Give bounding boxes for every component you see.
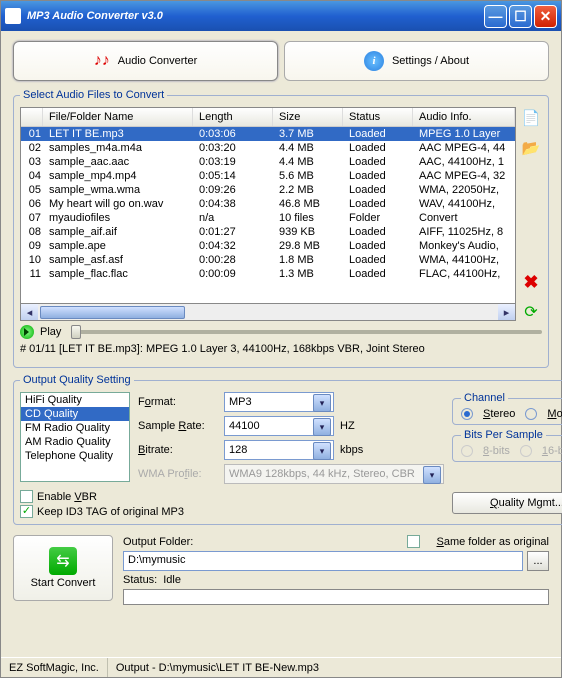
table-row[interactable]: 11sample_flac.flac0:00:091.3 MBLoadedFLA… bbox=[21, 267, 515, 281]
col-name[interactable]: File/Folder Name bbox=[43, 108, 193, 126]
list-item[interactable]: FM Radio Quality bbox=[21, 421, 129, 435]
status-company: EZ SoftMagic, Inc. bbox=[1, 658, 107, 677]
vbr-checkbox[interactable] bbox=[20, 490, 33, 503]
bits16-label: 16-bits bbox=[542, 445, 562, 457]
browse-button[interactable]: ... bbox=[527, 551, 549, 571]
wma-select: WMA9 128kbps, 44 kHz, Stereo, CBR bbox=[224, 464, 444, 484]
scroll-right-icon[interactable]: ▸ bbox=[498, 304, 515, 320]
main-toolbar: ♪♪ Audio Converter i Settings / About bbox=[13, 41, 549, 81]
files-section: Select Audio Files to Convert File/Folde… bbox=[13, 89, 549, 368]
samplerate-select[interactable]: 44100 bbox=[224, 416, 334, 436]
id3-checkbox[interactable] bbox=[20, 505, 33, 518]
scroll-left-icon[interactable]: ◂ bbox=[21, 304, 38, 320]
table-row[interactable]: 04sample_mp4.mp40:05:145.6 MBLoadedAAC M… bbox=[21, 169, 515, 183]
maximize-button[interactable]: ☐ bbox=[509, 5, 532, 28]
output-legend: Output Quality Setting bbox=[20, 374, 134, 386]
samplerate-unit: HZ bbox=[340, 420, 355, 432]
table-row[interactable]: 05sample_wma.wma0:09:262.2 MBLoadedWMA, … bbox=[21, 183, 515, 197]
output-section: Output Quality Setting HiFi QualityCD Qu… bbox=[13, 374, 562, 525]
info-icon: i bbox=[364, 51, 384, 71]
bits-legend: Bits Per Sample bbox=[461, 429, 546, 441]
start-convert-button[interactable]: ⇆ Start Convert bbox=[13, 535, 113, 601]
table-header: File/Folder Name Length Size Status Audi… bbox=[21, 108, 515, 127]
mono-radio[interactable] bbox=[525, 408, 537, 420]
channel-group: Channel Stereo Mono bbox=[452, 392, 562, 425]
col-size[interactable]: Size bbox=[273, 108, 343, 126]
table-row[interactable]: 01LET IT BE.mp30:03:063.7 MBLoadedMPEG 1… bbox=[21, 127, 515, 141]
list-item[interactable]: Telephone Quality bbox=[21, 449, 129, 463]
table-row[interactable]: 03sample_aac.aac0:03:194.4 MBLoadedAAC, … bbox=[21, 155, 515, 169]
same-folder-checkbox[interactable] bbox=[407, 535, 420, 548]
progress-bar bbox=[123, 589, 549, 605]
horizontal-scrollbar[interactable]: ◂ ▸ bbox=[20, 304, 516, 321]
close-button[interactable]: ✕ bbox=[534, 5, 557, 28]
samplerate-label: Sample Rate: bbox=[138, 420, 218, 432]
refresh-icon[interactable]: ⟳ bbox=[522, 303, 540, 321]
remove-icon[interactable]: ✖ bbox=[522, 273, 540, 291]
play-slider[interactable] bbox=[71, 330, 542, 334]
audio-converter-label: Audio Converter bbox=[118, 55, 198, 67]
app-icon bbox=[5, 8, 21, 24]
settings-about-label: Settings / About bbox=[392, 55, 469, 67]
now-playing: # 01/11 [LET IT BE.mp3]: MPEG 1.0 Layer … bbox=[20, 343, 542, 355]
file-table[interactable]: File/Folder Name Length Size Status Audi… bbox=[20, 107, 516, 304]
bits16-radio bbox=[520, 445, 532, 457]
table-row[interactable]: 08sample_aif.aif0:01:27939 KBLoadedAIFF,… bbox=[21, 225, 515, 239]
wma-label: WMA Profile: bbox=[138, 468, 218, 480]
table-row[interactable]: 02samples_m4a.m4a0:03:204.4 MBLoadedAAC … bbox=[21, 141, 515, 155]
play-icon[interactable] bbox=[20, 325, 34, 339]
id3-label[interactable]: Keep ID3 TAG of original MP3 bbox=[37, 506, 184, 518]
format-select[interactable]: MP3 bbox=[224, 392, 334, 412]
minimize-button[interactable]: — bbox=[484, 5, 507, 28]
channel-legend: Channel bbox=[461, 392, 508, 404]
bitrate-select[interactable]: 128 bbox=[224, 440, 334, 460]
col-info[interactable]: Audio Info. bbox=[413, 108, 515, 126]
bitrate-label: Bitrate: bbox=[138, 444, 218, 456]
table-row[interactable]: 06My heart will go on.wav0:04:3846.8 MBL… bbox=[21, 197, 515, 211]
play-label: Play bbox=[40, 326, 61, 338]
bitrate-unit: kbps bbox=[340, 444, 363, 456]
list-item[interactable]: CD Quality bbox=[21, 407, 129, 421]
mono-label[interactable]: Mono bbox=[547, 408, 562, 420]
same-folder-label[interactable]: Same folder as original bbox=[436, 536, 549, 548]
bits8-label: 8-bits bbox=[483, 445, 510, 457]
output-folder-label: Output Folder: bbox=[123, 536, 193, 548]
output-folder-input[interactable]: D:\mymusic bbox=[123, 551, 523, 571]
quality-mgmt-button[interactable]: Quality Mgmt... bbox=[452, 492, 562, 514]
col-length[interactable]: Length bbox=[193, 108, 273, 126]
bits8-radio bbox=[461, 445, 473, 457]
table-row[interactable]: 07myaudiofilesn/a10 filesFolderConvert bbox=[21, 211, 515, 225]
convert-icon: ⇆ bbox=[49, 547, 77, 575]
status-bar: EZ SoftMagic, Inc. Output - D:\mymusic\L… bbox=[1, 657, 561, 677]
table-row[interactable]: 09sample.ape0:04:3229.8 MBLoadedMonkey's… bbox=[21, 239, 515, 253]
table-row[interactable]: 10sample_asf.asf0:00:281.8 MBLoadedWMA, … bbox=[21, 253, 515, 267]
list-item[interactable]: AM Radio Quality bbox=[21, 435, 129, 449]
music-note-icon: ♪♪ bbox=[94, 52, 110, 70]
add-file-icon[interactable]: 📄 bbox=[522, 109, 540, 127]
scroll-thumb[interactable] bbox=[40, 306, 185, 319]
add-folder-icon[interactable]: 📂 bbox=[522, 139, 540, 157]
status-output: Output - D:\mymusic\LET IT BE-New.mp3 bbox=[107, 658, 561, 677]
files-legend: Select Audio Files to Convert bbox=[20, 89, 167, 101]
status-label: Status: bbox=[123, 574, 157, 586]
stereo-label[interactable]: Stereo bbox=[483, 408, 515, 420]
vbr-label[interactable]: Enable VBR bbox=[37, 491, 97, 503]
quality-preset-list[interactable]: HiFi QualityCD QualityFM Radio QualityAM… bbox=[20, 392, 130, 482]
bits-group: Bits Per Sample 8-bits 16-bits bbox=[452, 429, 562, 462]
stereo-radio[interactable] bbox=[461, 408, 473, 420]
window-title: MP3 Audio Converter v3.0 bbox=[27, 10, 482, 22]
format-label: Format: bbox=[138, 396, 218, 408]
convert-label: Start Convert bbox=[31, 577, 96, 589]
slider-thumb[interactable] bbox=[71, 325, 81, 339]
list-item[interactable]: HiFi Quality bbox=[21, 393, 129, 407]
col-status[interactable]: Status bbox=[343, 108, 413, 126]
status-value: Idle bbox=[163, 574, 181, 586]
titlebar: MP3 Audio Converter v3.0 — ☐ ✕ bbox=[1, 1, 561, 31]
settings-about-button[interactable]: i Settings / About bbox=[284, 41, 549, 81]
audio-converter-button[interactable]: ♪♪ Audio Converter bbox=[13, 41, 278, 81]
